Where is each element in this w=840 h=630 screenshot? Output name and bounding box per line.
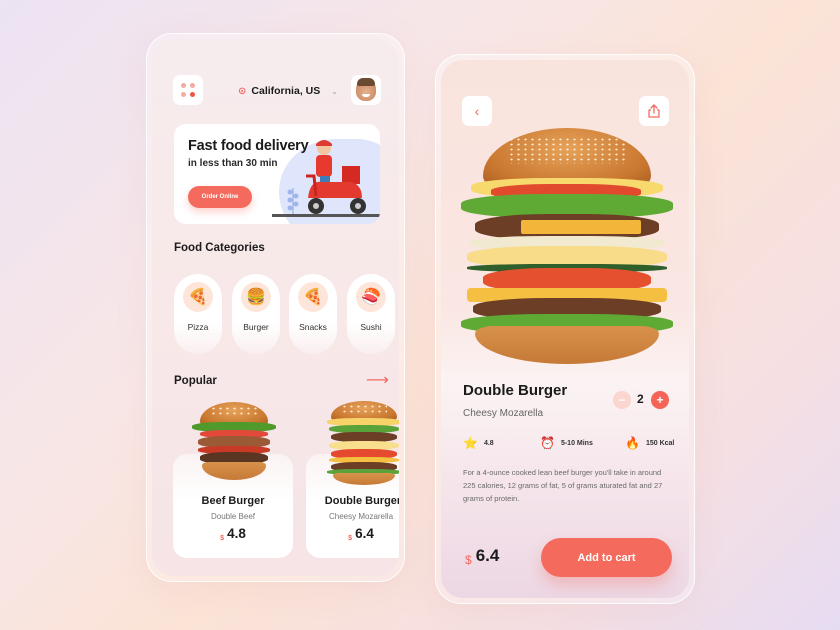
categories-title: Food Categories (174, 242, 265, 254)
item-name: Beef Burger (201, 495, 265, 507)
item-desc: Double Beef (210, 512, 256, 521)
chevron-left-icon: ‹ (474, 103, 480, 119)
item-subtitle: Cheesy Mozarella (463, 408, 544, 419)
home-screen: ⊙ California, US ⌄ Fast food delivery in… (146, 33, 405, 582)
item-description: For a 4-ounce cooked lean beef burger yo… (463, 468, 663, 503)
item-title: Double Burger (463, 382, 568, 399)
avatar[interactable] (351, 75, 381, 105)
share-icon (648, 104, 660, 118)
quantity-value: 2 (637, 392, 644, 406)
plant-decoration (287, 188, 299, 214)
add-to-cart-button[interactable]: Add to cart (541, 538, 672, 577)
category-snacks[interactable]: 🍕 Snacks (289, 274, 337, 354)
promo-title: Fast food delivery (188, 138, 309, 154)
sushi-icon: 🍣 (356, 282, 386, 312)
fire-icon: 🔥 (625, 436, 640, 450)
time-value: 5-10 Mins (560, 439, 593, 447)
calories-value: 150 Kcal (645, 439, 675, 447)
snacks-icon: 🍕 (298, 282, 328, 312)
clock-icon: ⏰ (540, 436, 555, 450)
time-stat: ⏰ 5-10 Mins (540, 436, 593, 450)
increase-quantity-button[interactable]: + (651, 391, 669, 409)
promo-subtitle: in less than 30 min (188, 158, 278, 169)
beef-burger-image (192, 402, 276, 482)
grid-dots-icon (181, 83, 195, 97)
double-burger-image (327, 401, 399, 485)
rating-stat: ⭐ 4.8 (463, 436, 494, 450)
arrow-right-icon[interactable]: ⟶ (366, 370, 389, 390)
currency-symbol: $ (465, 553, 472, 567)
double-burger-hero-image (461, 128, 673, 364)
map-pin-icon: ⊙ (238, 85, 247, 97)
category-label: Sushi (360, 322, 382, 332)
home-screen-body: ⊙ California, US ⌄ Fast food delivery in… (152, 39, 399, 576)
category-label: Burger (243, 322, 269, 332)
location-label: California, US (251, 85, 321, 97)
decrease-quantity-button[interactable]: − (613, 391, 631, 409)
category-label: Pizza (187, 322, 209, 332)
promo-banner: Fast food delivery in less than 30 min O… (174, 124, 380, 224)
category-burger[interactable]: 🍔 Burger (232, 274, 280, 354)
menu-button[interactable] (173, 75, 203, 105)
back-button[interactable]: ‹ (462, 96, 492, 126)
calories-stat: 🔥 150 Kcal (625, 436, 674, 450)
pizza-icon: 🍕 (183, 282, 213, 312)
rating-value: 4.8 (483, 439, 494, 447)
popular-title: Popular (174, 375, 217, 387)
item-price: $4.8 (220, 526, 246, 542)
detail-screen-body: ‹ Double Burger Cheesy Mozarella − 2 + ⭐… (441, 60, 689, 598)
item-price: $6.4 (348, 526, 374, 542)
share-button[interactable] (639, 96, 669, 126)
order-online-button[interactable]: Order Online (188, 186, 252, 208)
total-price: $6.4 (465, 546, 500, 567)
detail-screen: ‹ Double Burger Cheesy Mozarella − 2 + ⭐… (435, 54, 695, 604)
item-name: Double Burger (324, 495, 399, 507)
category-label: Snacks (299, 322, 327, 332)
star-icon: ⭐ (463, 436, 478, 450)
avatar-face-icon (356, 78, 376, 101)
delivery-scooter-illustration (306, 140, 366, 214)
burger-icon: 🍔 (241, 282, 271, 312)
location-selector[interactable]: ⊙ California, US ⌄ (238, 85, 338, 97)
chevron-down-icon: ⌄ (331, 86, 338, 96)
category-sushi[interactable]: 🍣 Sushi (347, 274, 395, 354)
item-desc: Cheesy Mozarella (328, 512, 394, 521)
category-pizza[interactable]: 🍕 Pizza (174, 274, 222, 354)
